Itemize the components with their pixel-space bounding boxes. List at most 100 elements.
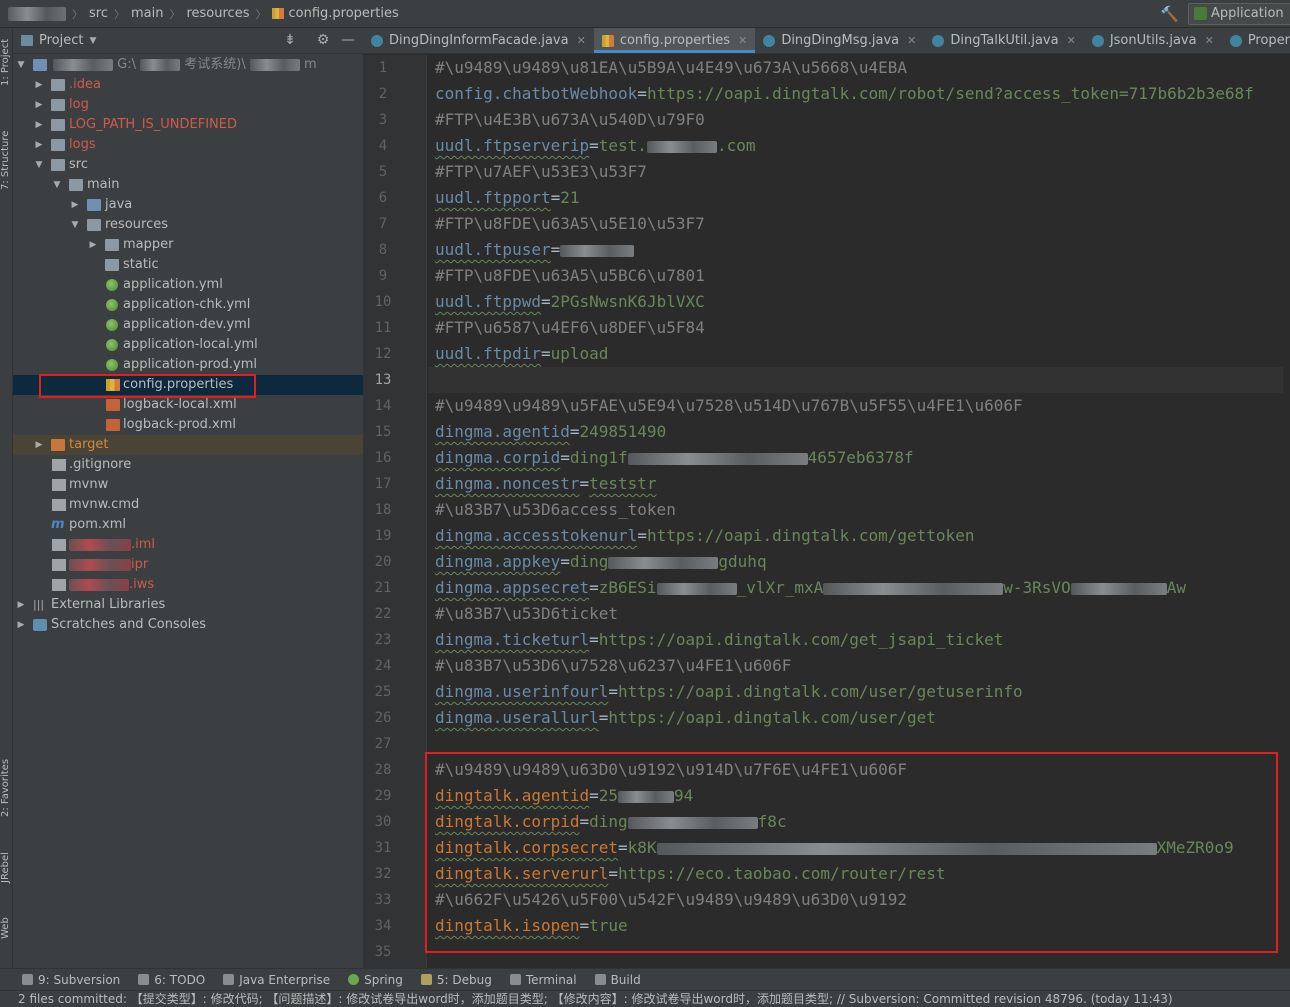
gear-icon[interactable]: ⚙ (314, 32, 332, 48)
expand-arrow-icon[interactable]: ▶ (33, 75, 45, 95)
tool-todo[interactable]: 6: TODO (138, 973, 205, 987)
tree-item-logback-local[interactable]: logback-local.xml (13, 395, 363, 415)
tool-java-enterprise[interactable]: Java Enterprise (223, 973, 330, 987)
project-name-redacted[interactable] (8, 6, 66, 21)
expand-arrow-icon[interactable]: ▶ (33, 435, 45, 455)
tab-dingtalkutil[interactable]: DingTalkUtil.java ✕ (924, 28, 1083, 53)
breadcrumb-resources[interactable]: resources (186, 6, 249, 21)
tree-item-logs[interactable]: ▶ logs (13, 135, 363, 155)
property-value: 249851490 (579, 422, 667, 441)
property-key: uudl.ftpserverip (435, 136, 590, 155)
tree-root[interactable]: ▼ G:\ 考试系统)\ m (13, 55, 363, 75)
tree-item-gitignore[interactable]: .gitignore (13, 455, 363, 475)
property-key: dingma.noncestr (435, 474, 580, 493)
tree-item-application-chk[interactable]: application-chk.yml (13, 295, 363, 315)
tree-item-ipr[interactable]: ipr (13, 555, 363, 575)
tree-item-mvnw[interactable]: mvnw (13, 475, 363, 495)
expand-arrow-icon[interactable]: ▶ (15, 595, 27, 615)
tree-item-log-path[interactable]: ▶ LOG_PATH_IS_UNDEFINED (13, 115, 363, 135)
web-tool-tab[interactable]: Web (0, 908, 13, 948)
line-number: 13 (374, 372, 392, 388)
maven-icon: m (51, 517, 65, 532)
expand-arrow-icon[interactable]: ▼ (15, 55, 27, 75)
code-line-23: dingma.ticketurl=https://oapi.dingtalk.c… (435, 627, 1003, 653)
tree-item-application-dev[interactable]: application-dev.yml (13, 315, 363, 335)
expand-arrow-icon[interactable]: ▶ (33, 135, 45, 155)
tree-item-application-local[interactable]: application-local.yml (13, 335, 363, 355)
breadcrumb-config[interactable]: config.properties (288, 6, 398, 21)
tree-item-resources[interactable]: ▼ resources (13, 215, 363, 235)
tree-item-label: application-chk.yml (123, 297, 251, 312)
structure-tool-tab[interactable]: 7: Structure (0, 120, 13, 200)
hammer-build-icon[interactable]: 🔨 (1160, 5, 1179, 23)
line-number: 16 (374, 450, 392, 466)
tab-config-properties[interactable]: config.properties ✕ (593, 28, 756, 53)
expand-arrow-icon[interactable]: ▶ (33, 95, 45, 115)
tool-build[interactable]: Build (594, 973, 641, 987)
tool-label: Terminal (525, 972, 577, 987)
expand-arrow-icon[interactable]: ▶ (69, 195, 81, 215)
tree-item-application-yml[interactable]: application.yml (13, 275, 363, 295)
tab-propertiesutil[interactable]: PropertiesUtil.java (1222, 28, 1290, 53)
project-view-selector[interactable]: Project (39, 33, 83, 48)
tool-subversion[interactable]: 9: Subversion (22, 973, 120, 987)
editor-scrollbar[interactable] (1283, 55, 1290, 968)
collapse-arrow-icon[interactable]: ▼ (33, 155, 45, 175)
tree-item-application-prod[interactable]: application-prod.yml (13, 355, 363, 375)
tab-dingdinginformfacade[interactable]: DingDingInformFacade.java ✕ (363, 28, 594, 53)
collapse-all-icon[interactable]: ⇟ (281, 32, 299, 48)
close-icon[interactable]: ✕ (577, 34, 586, 47)
tool-terminal[interactable]: Terminal (509, 972, 577, 987)
line-number: 27 (374, 736, 392, 752)
chevron-right-icon: 〉 (255, 7, 267, 21)
tree-item-iws[interactable]: .iws (13, 575, 363, 595)
breadcrumb-main[interactable]: main (131, 6, 163, 21)
equals-sign: = (589, 630, 599, 649)
expand-arrow-icon[interactable]: ▶ (87, 235, 99, 255)
spring-boot-icon (1194, 7, 1207, 20)
tree-item-main[interactable]: ▼ main (13, 175, 363, 195)
property-value: 21 (560, 188, 580, 207)
tool-label: Java Enterprise (239, 972, 331, 987)
tree-item-mvnw-cmd[interactable]: mvnw.cmd (13, 495, 363, 515)
equals-sign: = (560, 552, 570, 571)
tree-item-iml[interactable]: .iml (13, 535, 363, 555)
tree-item-scratches[interactable]: ▶ Scratches and Consoles (13, 615, 363, 635)
property-value: https://oapi.dingtalk.com/get_jsapi_tick… (598, 630, 1004, 649)
breadcrumb-src[interactable]: src (89, 6, 108, 21)
collapse-arrow-icon[interactable]: ▼ (69, 215, 81, 235)
tree-item-external-libraries[interactable]: ▶ ||| External Libraries (13, 595, 363, 615)
tree-item-pom[interactable]: m pom.xml (13, 515, 363, 535)
run-configuration-selector[interactable]: Application (1188, 3, 1290, 25)
caret-down-icon[interactable]: ▼ (89, 36, 96, 46)
jrebel-tool-tab[interactable]: JRebel (0, 843, 13, 893)
collapse-arrow-icon[interactable]: ▼ (51, 175, 63, 195)
tab-dingdingmsg[interactable]: DingDingMsg.java ✕ (755, 28, 924, 53)
tree-item-static[interactable]: static (13, 255, 363, 275)
hide-panel-icon[interactable]: — (339, 32, 357, 48)
close-icon[interactable]: ✕ (1067, 34, 1076, 47)
tool-spring[interactable]: Spring (348, 973, 403, 987)
expand-arrow-icon[interactable]: ▶ (15, 615, 27, 635)
tool-debug[interactable]: 5: Debug (420, 973, 492, 987)
favorites-tool-tab[interactable]: 2: Favorites (0, 748, 13, 828)
project-tool-tab[interactable]: 1: Project (0, 32, 13, 92)
close-icon[interactable]: ✕ (738, 34, 747, 47)
tree-item-target[interactable]: ▶ target (13, 435, 363, 455)
tab-label: DingDingMsg.java (781, 33, 900, 48)
code-line-7: #FTP\u8FDE\u63A5\u5E10\u53F7 (435, 214, 705, 233)
folder-icon (51, 139, 65, 151)
tree-item-logback-prod[interactable]: logback-prod.xml (13, 415, 363, 435)
tree-item-idea[interactable]: ▶ .idea (13, 75, 363, 95)
tree-item-mapper[interactable]: ▶ mapper (13, 235, 363, 255)
tree-item-src[interactable]: ▼ src (13, 155, 363, 175)
expand-arrow-icon[interactable]: ▶ (33, 115, 45, 135)
close-icon[interactable]: ✕ (1205, 34, 1214, 47)
close-icon[interactable]: ✕ (907, 34, 916, 47)
equals-sign: = (540, 292, 551, 311)
tab-jsonutils[interactable]: JsonUtils.java ✕ (1084, 28, 1222, 53)
chevron-right-icon: 〉 (169, 7, 181, 21)
tree-item-log[interactable]: ▶ log (13, 95, 363, 115)
tree-item-java[interactable]: ▶ java (13, 195, 363, 215)
java-class-icon (932, 34, 945, 47)
